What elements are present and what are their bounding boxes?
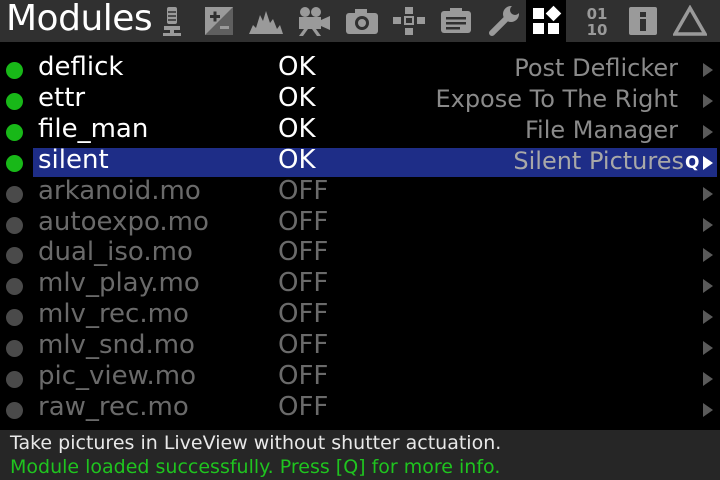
module-description: Post Deflicker [514, 54, 678, 82]
unloaded-indicator-icon [6, 340, 23, 358]
submenu-arrow-icon[interactable] [703, 248, 713, 263]
info-icon [629, 7, 657, 35]
submenu-arrow-icon[interactable] [703, 217, 713, 232]
module-row-mlv-play-mo[interactable]: mlv_play.mo OFF [0, 268, 720, 301]
submenu-arrow-icon[interactable] [703, 341, 713, 356]
module-name: file_man [38, 113, 149, 144]
unloaded-indicator-icon [6, 185, 23, 203]
page-title: Modules [6, 0, 153, 39]
submenu-arrow-icon[interactable] [703, 63, 713, 77]
module-status: OFF [278, 237, 329, 268]
module-name: dual_iso.mo [38, 237, 193, 268]
module-row-ettr[interactable]: ettr OK Expose To The Right [0, 82, 720, 116]
submenu-arrow-icon[interactable] [703, 279, 713, 294]
module-name: arkanoid.mo [38, 175, 201, 206]
module-row-silent[interactable]: silent OK Silent Pictures Q [0, 144, 720, 178]
module-name: mlv_snd.mo [38, 330, 195, 361]
q-button-hint: Q [685, 152, 700, 173]
module-description: Expose To The Right [435, 84, 678, 113]
tab-focus[interactable] [389, 3, 429, 39]
submenu-arrow-icon[interactable] [703, 402, 713, 417]
module-name: pic_view.mo [38, 361, 197, 391]
loaded-indicator-icon [6, 92, 23, 110]
module-status: OFF [278, 361, 329, 391]
unloaded-indicator-icon [6, 278, 23, 296]
tab-prefs[interactable] [484, 3, 524, 39]
submenu-arrow-icon[interactable] [703, 93, 713, 108]
module-name: raw_rec.mo [38, 391, 189, 422]
module-status: OFF [278, 268, 329, 299]
module-status: OFF [278, 175, 329, 206]
menu-tab-bar: Modules 01 10 [0, 0, 720, 42]
submenu-arrow-icon[interactable] [703, 372, 713, 386]
debug-binary-icon: 01 10 [587, 5, 608, 38]
loaded-indicator-icon [6, 62, 23, 79]
movie-camera-icon [299, 7, 330, 36]
submenu-arrow-icon[interactable] [703, 186, 713, 201]
module-status: OFF [278, 299, 329, 330]
loaded-indicator-icon [6, 154, 23, 172]
tab-debug[interactable]: 01 10 [577, 3, 617, 39]
module-status: OK [278, 82, 316, 113]
unloaded-indicator-icon [6, 401, 23, 419]
module-status: OK [278, 144, 316, 175]
module-description: File Manager [525, 115, 678, 144]
wrench-icon [489, 5, 520, 36]
module-row-autoexpo-mo[interactable]: autoexpo.mo OFF [0, 206, 720, 240]
unloaded-indicator-icon [6, 309, 23, 327]
submenu-arrow-icon[interactable] [703, 310, 713, 325]
tab-display[interactable] [436, 3, 476, 39]
modules-grid-icon [533, 5, 562, 34]
module-name: deflick [38, 52, 124, 82]
unloaded-indicator-icon [6, 247, 23, 265]
microphone-icon [163, 7, 181, 36]
svg-text:10: 10 [587, 21, 608, 38]
tab-overlay[interactable] [246, 3, 286, 39]
submenu-arrow-icon[interactable] [703, 155, 713, 170]
module-row-raw-rec-mo[interactable]: raw_rec.mo OFF [0, 391, 720, 425]
module-name: ettr [38, 82, 86, 113]
unloaded-indicator-icon [6, 371, 23, 388]
tab-expo[interactable] [199, 3, 239, 39]
status-message: Module loaded successfully. Press [Q] fo… [10, 456, 501, 478]
tab-movie[interactable] [294, 3, 334, 39]
module-status: OFF [278, 206, 329, 237]
module-row-arkanoid-mo[interactable]: arkanoid.mo OFF [0, 175, 720, 209]
module-status: OK [278, 113, 316, 144]
display-icon [441, 8, 471, 33]
exposure-plus-minus-icon [205, 7, 233, 35]
module-name: silent [38, 144, 109, 175]
unloaded-indicator-icon [6, 216, 23, 234]
module-status: OK [278, 52, 316, 82]
tab-shoot[interactable] [342, 3, 382, 39]
loaded-indicator-icon [6, 123, 23, 141]
histogram-icon [249, 11, 283, 34]
tab-delta[interactable] [670, 3, 710, 39]
module-row-mlv-rec-mo[interactable]: mlv_rec.mo OFF [0, 299, 720, 332]
module-name: autoexpo.mo [38, 206, 209, 237]
module-row-mlv-snd-mo[interactable]: mlv_snd.mo OFF [0, 330, 720, 363]
module-description: Silent Pictures [513, 146, 684, 175]
module-row-dual-iso-mo[interactable]: dual_iso.mo OFF [0, 237, 720, 270]
photo-camera-icon [346, 9, 378, 34]
module-row-file-man[interactable]: file_man OK File Manager [0, 113, 720, 147]
module-name: mlv_rec.mo [38, 299, 189, 330]
submenu-arrow-icon[interactable] [703, 124, 713, 139]
tab-info[interactable] [623, 3, 663, 39]
module-row-pic-view-mo[interactable]: pic_view.mo OFF [0, 361, 720, 394]
module-status: OFF [278, 330, 329, 361]
module-status: OFF [278, 391, 329, 422]
tab-audio[interactable] [152, 3, 192, 39]
module-name: mlv_play.mo [38, 268, 200, 299]
focus-grid-icon [393, 7, 425, 35]
module-row-deflick[interactable]: deflick OK Post Deflicker [0, 52, 720, 85]
help-footer: Take pictures in LiveView without shutte… [0, 430, 720, 480]
tab-modules[interactable] [526, 0, 566, 42]
help-text: Take pictures in LiveView without shutte… [10, 432, 502, 454]
delta-icon [673, 5, 707, 36]
